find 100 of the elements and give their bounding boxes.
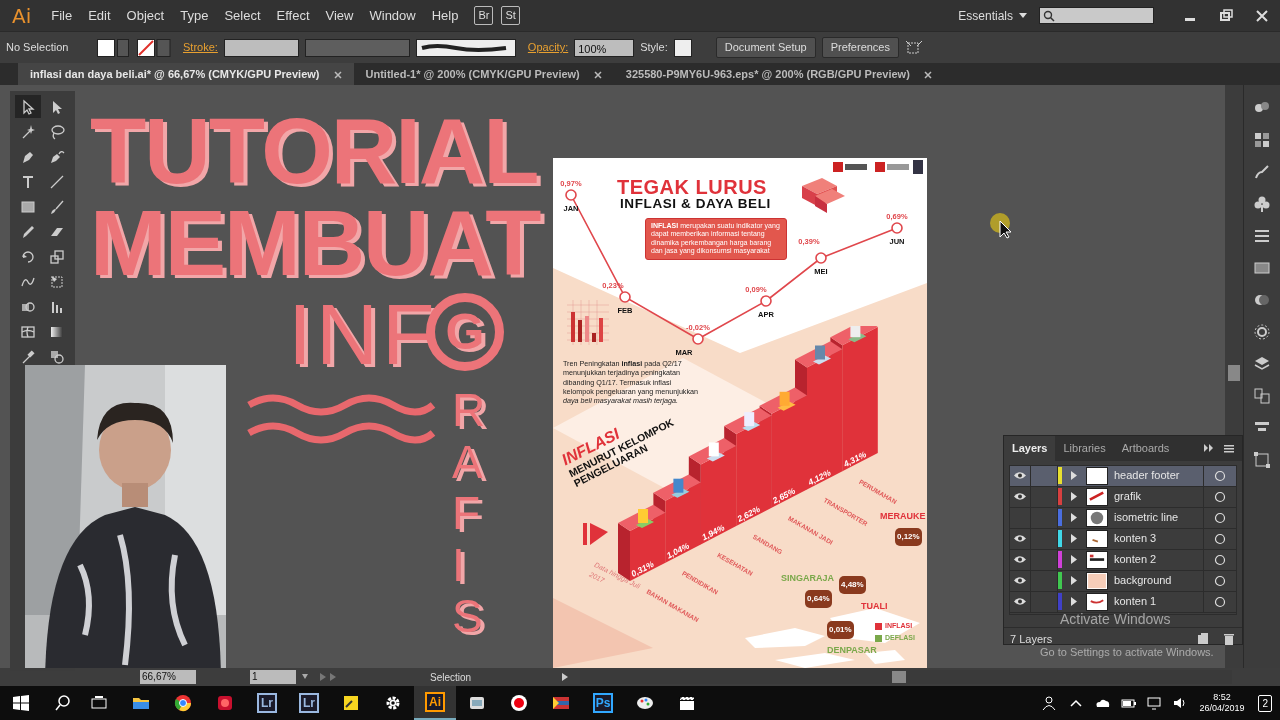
layer-row[interactable]: background bbox=[1010, 570, 1236, 592]
toolbar-button[interactable]: Document Setup bbox=[715, 37, 816, 58]
layer-name[interactable]: grafik bbox=[1108, 486, 1204, 507]
workspace-dropdown[interactable]: Essentials bbox=[958, 6, 1027, 25]
opacity-field[interactable]: 100% bbox=[574, 38, 635, 57]
restore-icon[interactable] bbox=[1219, 8, 1233, 23]
panel-menu-icon[interactable] bbox=[1202, 442, 1236, 455]
layer-thumbnail bbox=[1086, 529, 1108, 548]
layer-name[interactable]: konten 3 bbox=[1108, 528, 1204, 549]
target-circle-icon[interactable] bbox=[1214, 469, 1226, 482]
taskbar-app[interactable]: Ai bbox=[414, 686, 456, 720]
app-button[interactable]: Br bbox=[474, 6, 494, 25]
swatches-icon[interactable] bbox=[1253, 131, 1271, 149]
taskbar-app[interactable]: Ps bbox=[582, 686, 624, 720]
scroll-thumb[interactable] bbox=[1228, 365, 1240, 381]
layer-row[interactable]: konten 1 bbox=[1010, 591, 1236, 613]
expand-arrow-icon[interactable] bbox=[1070, 555, 1078, 564]
zoom-field[interactable]: 66,67% bbox=[140, 670, 196, 684]
expand-arrow-icon[interactable] bbox=[1070, 492, 1078, 501]
variable-width-dropdown[interactable] bbox=[304, 38, 410, 57]
new-layer-icon[interactable] bbox=[1196, 632, 1210, 646]
close-icon[interactable] bbox=[593, 70, 602, 79]
visibility-eye-icon[interactable] bbox=[1013, 471, 1027, 480]
stroke-weight-field[interactable] bbox=[223, 38, 299, 57]
visibility-eye-icon[interactable] bbox=[1013, 555, 1027, 564]
layer-row[interactable]: grafik bbox=[1010, 486, 1236, 508]
menu-item[interactable]: Type bbox=[172, 5, 217, 26]
expand-arrow-icon[interactable] bbox=[1070, 597, 1078, 606]
visibility-eye-icon[interactable] bbox=[1013, 492, 1027, 501]
menu-item[interactable]: Help bbox=[423, 5, 467, 26]
palette-icon bbox=[636, 694, 654, 712]
menu-item[interactable]: Edit bbox=[80, 5, 119, 26]
close-icon[interactable] bbox=[923, 70, 932, 79]
paintbrush-icon bbox=[49, 198, 66, 215]
artboards-icon[interactable] bbox=[1253, 387, 1271, 405]
clock[interactable]: 8:52 26/04/2019 bbox=[1199, 692, 1245, 714]
layer-name[interactable]: konten 2 bbox=[1108, 549, 1204, 570]
document-tab[interactable]: 325580-P9MY6U-963.eps* @ 200% (RGB/GPU Preview) bbox=[613, 62, 944, 85]
windows-logo-icon[interactable] bbox=[12, 694, 30, 712]
sun-icon[interactable] bbox=[1253, 323, 1271, 341]
document-tab[interactable]: inflasi dan daya beli.ai* @ 66,67% (CMYK/GPU Preview) bbox=[18, 62, 354, 85]
visibility-eye-icon[interactable] bbox=[1013, 576, 1027, 585]
layer-row[interactable]: isometric line bbox=[1010, 507, 1236, 529]
isometric-item-drawing bbox=[848, 326, 867, 343]
layer-row[interactable]: header footer bbox=[1010, 465, 1236, 487]
trash-icon[interactable] bbox=[1222, 632, 1236, 646]
visibility-eye-icon[interactable] bbox=[1013, 597, 1027, 606]
stroke-label[interactable]: Stroke: bbox=[183, 39, 218, 56]
app-logo[interactable]: Ai bbox=[0, 0, 44, 31]
document-tab[interactable]: Untitled-1* @ 200% (CMYK/GPU Preview) bbox=[353, 62, 614, 85]
toolbar-button[interactable]: Preferences bbox=[821, 37, 899, 58]
expand-arrow-icon[interactable] bbox=[1070, 471, 1078, 480]
menu-item[interactable]: Select bbox=[216, 5, 269, 26]
layer-name[interactable]: konten 1 bbox=[1108, 591, 1204, 612]
target-circle-icon[interactable] bbox=[1214, 490, 1226, 503]
brush-icon[interactable] bbox=[1253, 163, 1271, 181]
fill-swatch[interactable] bbox=[97, 38, 131, 57]
search-field[interactable] bbox=[1039, 7, 1154, 24]
app-button[interactable]: St bbox=[501, 6, 520, 25]
notification-badge[interactable]: 2 bbox=[1258, 694, 1272, 712]
opacity-label[interactable]: Opacity: bbox=[527, 39, 569, 56]
visibility-eye-icon[interactable] bbox=[1013, 534, 1027, 543]
menu-item[interactable]: Effect bbox=[268, 5, 318, 26]
layer-name[interactable]: isometric line bbox=[1108, 507, 1204, 528]
transform-icon[interactable] bbox=[905, 39, 923, 56]
style-swatch[interactable] bbox=[673, 38, 692, 57]
close-icon[interactable] bbox=[1255, 8, 1269, 23]
target-circle-icon[interactable] bbox=[1214, 511, 1226, 524]
layers-icon[interactable] bbox=[1253, 355, 1271, 373]
target-circle-icon[interactable] bbox=[1214, 553, 1226, 566]
menu-item[interactable]: Object bbox=[118, 5, 173, 26]
layer-name[interactable]: background bbox=[1108, 570, 1204, 591]
expand-arrow-icon[interactable] bbox=[1070, 534, 1078, 543]
menu-item[interactable]: View bbox=[317, 5, 362, 26]
menu-item[interactable]: File bbox=[43, 5, 81, 26]
panel-tab[interactable]: Layers bbox=[1004, 436, 1056, 461]
layer-row[interactable]: konten 3 bbox=[1010, 528, 1236, 550]
stroke-icon[interactable] bbox=[1253, 227, 1271, 245]
search-icon[interactable] bbox=[54, 694, 72, 712]
transform-icon[interactable] bbox=[1253, 451, 1271, 469]
taskbar-app[interactable]: Lr bbox=[288, 686, 330, 720]
expand-arrow-icon[interactable] bbox=[1070, 576, 1078, 585]
brush-definition-dropdown[interactable] bbox=[415, 38, 516, 57]
gradient-icon[interactable] bbox=[1253, 259, 1271, 277]
tool-button[interactable] bbox=[14, 95, 41, 118]
target-circle-icon[interactable] bbox=[1214, 595, 1226, 608]
artboard-field[interactable]: 1 bbox=[250, 670, 296, 684]
layer-name[interactable]: header footer bbox=[1108, 465, 1204, 486]
club-icon[interactable] bbox=[1253, 195, 1271, 213]
expand-arrow-icon[interactable] bbox=[1070, 513, 1078, 522]
menu-item[interactable]: Window bbox=[361, 5, 424, 26]
taskbar-app[interactable]: Lr bbox=[246, 686, 288, 720]
target-circle-icon[interactable] bbox=[1214, 574, 1226, 587]
layer-row[interactable]: konten 2 bbox=[1010, 549, 1236, 571]
target-circle-icon[interactable] bbox=[1214, 532, 1226, 545]
isometric-item-drawing bbox=[777, 391, 796, 411]
stroke-swatch[interactable] bbox=[137, 38, 171, 57]
close-icon[interactable] bbox=[333, 70, 342, 79]
task-view-icon[interactable] bbox=[90, 694, 108, 712]
network-icon[interactable] bbox=[1146, 695, 1163, 711]
